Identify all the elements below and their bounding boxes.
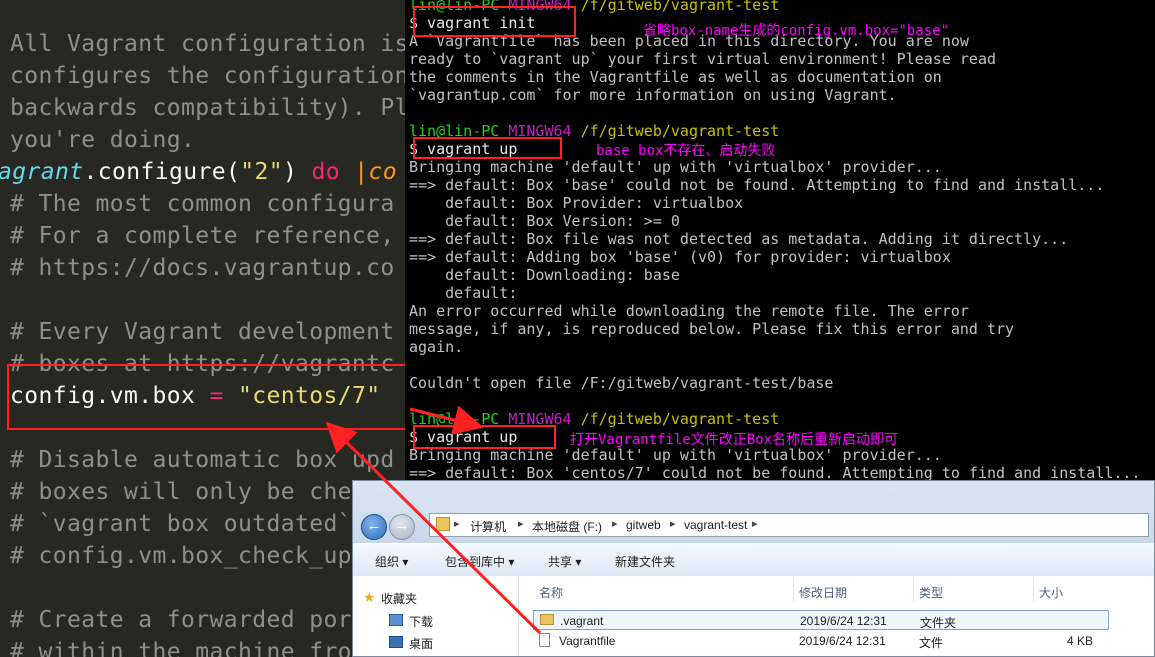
file-list: 名称 修改日期 类型 大小 .vagrant 2019/6/24 12:31 文… xyxy=(519,576,1154,656)
new-folder-button[interactable]: 新建文件夹 xyxy=(615,553,675,570)
column-divider[interactable] xyxy=(1033,576,1034,602)
output-line: default: Downloading: base xyxy=(409,266,680,284)
configure-version: "2" xyxy=(240,159,283,185)
editor-comment-line: # https://docs.vagrantup.co xyxy=(10,255,395,281)
back-arrow-icon: ← xyxy=(366,517,382,534)
init-command-highlight xyxy=(413,6,576,37)
chevron-right-icon: ▸ xyxy=(454,518,460,530)
output-line: default: Box Provider: virtualbox xyxy=(409,194,744,212)
editor-comment-line: you're doing. xyxy=(10,127,196,153)
editor-comment-line: All Vagrant configuration is xyxy=(10,31,409,57)
output-line: `vagrantup.com` for more information on … xyxy=(409,86,897,104)
error-line: An error occurred while downloading the … xyxy=(409,302,969,320)
file-explorer-window[interactable]: ← → ▸ 计算机 ▸ 本地磁盘 (F:) ▸ gitweb ▸ vagrant… xyxy=(352,480,1155,657)
editor-comment-line: configures the configuration xyxy=(10,63,409,89)
breadcrumb-computer[interactable]: 计算机 xyxy=(470,518,506,535)
back-button[interactable]: ← xyxy=(361,514,387,540)
output-line: ==> default: Box file was not detected a… xyxy=(409,230,1069,248)
column-header-type[interactable]: 类型 xyxy=(919,584,943,601)
file-name: .vagrant xyxy=(560,614,604,628)
nav-desktop[interactable]: 桌面 xyxy=(409,635,433,652)
editor-comment-line: # Disable automatic box upd xyxy=(10,447,395,473)
breadcrumb-drive[interactable]: 本地磁盘 (F:) xyxy=(532,518,602,535)
annotation-omit-box-name: 省略box-name生成的config.vm.box="base" xyxy=(643,23,950,39)
share-button[interactable]: 共享 ▾ xyxy=(548,553,581,570)
download-folder-icon xyxy=(389,614,403,626)
prompt-path: /f/gitweb/vagrant-test xyxy=(580,122,780,140)
configure-close: ) xyxy=(282,159,312,185)
error-line: again. xyxy=(409,338,464,356)
editor-comment-line: # The most common configura xyxy=(10,191,395,217)
forward-button[interactable]: → xyxy=(389,514,415,540)
chevron-right-icon: ▸ xyxy=(752,518,758,530)
up-command-highlight xyxy=(413,137,562,159)
editor-configure-line: agrant.configure("2") do |co xyxy=(0,156,397,188)
do-keyword: do xyxy=(311,159,340,185)
prompt-path: /f/gitweb/vagrant-test xyxy=(580,410,780,428)
editor-comment-line: # boxes will only be checke xyxy=(10,479,395,505)
output-line: Bringing machine 'default' up with 'virt… xyxy=(409,158,942,176)
chevron-right-icon: ▸ xyxy=(518,518,524,530)
chevron-right-icon: ▸ xyxy=(612,518,618,530)
output-line: default: xyxy=(409,284,518,302)
address-row: ← → ▸ 计算机 ▸ 本地磁盘 (F:) ▸ gitweb ▸ vagrant… xyxy=(353,481,1154,543)
explorer-toolbar: 组织 ▾ 包含到库中 ▾ 共享 ▾ 新建文件夹 xyxy=(353,543,1154,577)
column-header-date[interactable]: 修改日期 xyxy=(799,584,847,601)
annotation-fix-and-restart: 打开Vagrantfile文件改正Box名称后重新启动即可 xyxy=(570,432,899,448)
organize-button[interactable]: 组织 ▾ xyxy=(375,553,408,570)
prompt-path: /f/gitweb/vagrant-test xyxy=(580,0,780,14)
file-type: 文件 xyxy=(919,636,944,650)
address-bar[interactable]: ▸ 计算机 ▸ 本地磁盘 (F:) ▸ gitweb ▸ vagrant-tes… xyxy=(429,513,1149,537)
column-header-name[interactable]: 名称 xyxy=(539,584,563,601)
desktop-icon xyxy=(389,636,403,648)
forward-arrow-icon: → xyxy=(394,517,410,534)
folder-icon xyxy=(436,517,450,531)
block-arg: |co xyxy=(339,159,397,185)
file-size: 4 KB xyxy=(1066,634,1093,648)
editor-comment-line: backwards compatibility). Pl xyxy=(10,95,409,121)
configure-call: .configure( xyxy=(83,159,241,185)
output-line: the comments in the Vagrantfile as well … xyxy=(409,68,942,86)
file-name: Vagrantfile xyxy=(559,634,616,648)
nav-downloads[interactable]: 下载 xyxy=(409,613,433,630)
nav-favorites[interactable]: 收藏夹 xyxy=(381,590,417,607)
folder-icon xyxy=(540,614,554,625)
column-divider[interactable] xyxy=(913,576,914,602)
star-icon: ★ xyxy=(363,589,376,605)
file-row-vagrantfile[interactable]: Vagrantfile 2019/6/24 12:31 文件 4 KB xyxy=(533,631,1109,651)
output-line: ready to `vagrant up` your first virtual… xyxy=(409,50,996,68)
error-line: Couldn't open file /F:/gitweb/vagrant-te… xyxy=(409,374,834,392)
file-icon xyxy=(539,633,550,647)
navigation-pane: ★ 收藏夹 下载 桌面 xyxy=(353,576,519,656)
editor-comment-line: # Every Vagrant development xyxy=(10,319,395,345)
editor-comment-line: # config.vm.box_check_updat xyxy=(10,543,395,569)
error-line: message, if any, is reproduced below. Pl… xyxy=(409,320,1015,338)
editor-comment-line: # `vagrant box outdated`. T xyxy=(10,511,395,537)
file-date: 2019/6/24 12:31 xyxy=(800,614,887,628)
editor-comment-line: # Create a forwarded port m xyxy=(10,607,395,633)
file-date: 2019/6/24 12:31 xyxy=(799,634,886,648)
chevron-right-icon: ▸ xyxy=(670,518,676,530)
output-line: ==> default: Box 'base' could not be fou… xyxy=(409,176,1105,194)
up-command-highlight-2 xyxy=(413,425,556,449)
configure-class: agrant xyxy=(0,159,84,185)
file-row-vagrant-folder[interactable]: .vagrant 2019/6/24 12:31 文件夹 xyxy=(533,610,1109,630)
breadcrumb-gitweb[interactable]: gitweb xyxy=(626,518,661,532)
annotation-base-box-missing: base box不存在、启动失败 xyxy=(596,143,776,159)
output-line: default: Box Version: >= 0 xyxy=(409,212,680,230)
include-in-library-button[interactable]: 包含到库中 ▾ xyxy=(445,553,514,570)
column-header-size[interactable]: 大小 xyxy=(1039,584,1063,601)
output-line: ==> default: Adding box 'base' (v0) for … xyxy=(409,248,951,266)
column-divider[interactable] xyxy=(793,576,794,602)
editor-comment-line: # For a complete reference, xyxy=(10,223,395,249)
breadcrumb-vagrant-test[interactable]: vagrant-test xyxy=(684,518,747,532)
box-line-highlight xyxy=(7,364,411,430)
file-type: 文件夹 xyxy=(920,616,957,630)
editor-comment-line: # within the machine from a xyxy=(10,639,395,657)
